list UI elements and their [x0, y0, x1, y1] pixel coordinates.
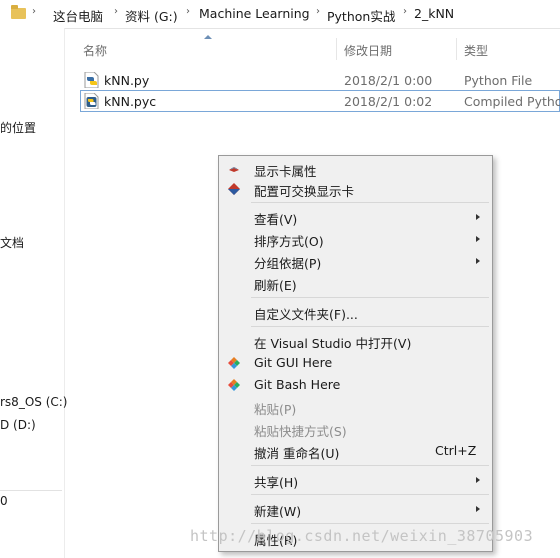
- chevron-right-icon[interactable]: ›: [316, 6, 320, 17]
- menu-item-refresh[interactable]: 刷新(E): [220, 272, 491, 294]
- file-row[interactable]: kNN.py 2018/2/1 0:00 Python File: [80, 69, 560, 91]
- submenu-arrow-icon: [476, 258, 480, 264]
- column-header-name[interactable]: 名称: [83, 42, 107, 59]
- menu-item-label: 粘贴(P): [254, 402, 297, 417]
- menu-item-group-by[interactable]: 分组依据(P): [220, 250, 491, 272]
- menu-item-new[interactable]: 新建(W): [220, 498, 491, 520]
- file-date: 2018/2/1 0:02: [344, 94, 433, 109]
- breadcrumb-this-pc[interactable]: 这台电脑: [53, 6, 103, 25]
- watermark-text: http://blog.csdn.net/weixin_38705903: [190, 527, 534, 545]
- menu-item-label: 配置可交换显示卡: [254, 184, 355, 199]
- menu-item-git-gui-here[interactable]: Git GUI Here: [220, 352, 491, 374]
- column-header-date[interactable]: 修改日期: [344, 42, 392, 59]
- column-divider[interactable]: [456, 38, 457, 60]
- context-menu: 显示卡属性 配置可交换显示卡 查看(V) 排序方式(O) 分组依据(P) 刷新(…: [218, 155, 493, 552]
- nav-item-locations[interactable]: 的位置: [0, 119, 36, 136]
- breadcrumb-drive-g[interactable]: 资料 (G:): [125, 6, 178, 25]
- nav-selected-item[interactable]: 0: [0, 490, 62, 512]
- menu-item-graphics-properties[interactable]: 显示卡属性: [220, 158, 491, 180]
- address-bar[interactable]: › 这台电脑 › 资料 (G:) › Machine Learning › Py…: [0, 0, 560, 29]
- breadcrumb-2-knn[interactable]: 2_kNN: [414, 6, 454, 21]
- menu-item-label: 新建(W): [254, 504, 302, 519]
- menu-item-label: 排序方式(O): [254, 234, 324, 249]
- breadcrumb-machine-learning[interactable]: Machine Learning: [199, 6, 310, 21]
- chevron-right-icon[interactable]: ›: [186, 6, 190, 17]
- navigation-pane: 的位置 文档 rs8_OS (C:) D (D:) 0: [0, 28, 67, 558]
- file-date: 2018/2/1 0:00: [344, 73, 433, 88]
- submenu-arrow-icon: [476, 236, 480, 242]
- menu-item-label: 查看(V): [254, 212, 298, 227]
- menu-item-undo-rename[interactable]: 撤消 重命名(U) Ctrl+Z: [220, 440, 491, 462]
- menu-item-open-in-visual-studio[interactable]: 在 Visual Studio 中打开(V): [220, 330, 491, 352]
- submenu-arrow-icon: [476, 506, 480, 512]
- menu-separator: [251, 523, 489, 524]
- compiled-python-file-icon: [84, 93, 99, 109]
- column-header-type[interactable]: 类型: [464, 42, 488, 59]
- file-type: Compiled Pytho...: [464, 94, 560, 109]
- file-name[interactable]: kNN.py: [104, 73, 149, 88]
- sort-ascending-icon: [204, 35, 212, 39]
- menu-item-shortcut: Ctrl+Z: [435, 443, 477, 458]
- switchable-graphics-icon: [228, 183, 240, 195]
- menu-item-paste[interactable]: 粘贴(P): [220, 396, 491, 418]
- git-bash-icon: [228, 379, 240, 391]
- menu-item-label: Git GUI Here: [254, 355, 333, 370]
- column-divider[interactable]: [336, 38, 337, 60]
- submenu-arrow-icon: [476, 477, 480, 483]
- file-type: Python File: [464, 73, 533, 88]
- file-row-selected[interactable]: kNN.pyc 2018/2/1 0:02 Compiled Pytho...: [80, 90, 560, 112]
- menu-item-view[interactable]: 查看(V): [220, 206, 491, 228]
- menu-separator: [251, 326, 489, 327]
- menu-item-label: Git Bash Here: [254, 377, 341, 392]
- git-gui-icon: [228, 357, 240, 369]
- menu-item-label: 在 Visual Studio 中打开(V): [254, 336, 412, 351]
- menu-item-share[interactable]: 共享(H): [220, 469, 491, 491]
- nav-item-documents[interactable]: 文档: [0, 234, 24, 251]
- menu-separator: [251, 494, 489, 495]
- nav-item-network[interactable]: 0: [0, 494, 8, 508]
- menu-separator: [251, 465, 489, 466]
- chevron-right-icon[interactable]: ›: [403, 6, 407, 17]
- python-file-icon: [84, 72, 99, 88]
- folder-icon: [11, 5, 26, 19]
- submenu-arrow-icon: [476, 214, 480, 220]
- menu-item-paste-shortcut[interactable]: 粘贴快捷方式(S): [220, 418, 491, 440]
- menu-item-label: 自定义文件夹(F)...: [254, 307, 358, 322]
- menu-item-label: 共享(H): [254, 475, 299, 490]
- menu-item-label: 粘贴快捷方式(S): [254, 424, 347, 439]
- nav-item-drive-c[interactable]: rs8_OS (C:): [0, 395, 67, 409]
- breadcrumb-python-practice[interactable]: Python实战: [327, 6, 395, 25]
- menu-item-label: 撤消 重命名(U): [254, 446, 340, 461]
- menu-item-customize-folder[interactable]: 自定义文件夹(F)...: [220, 301, 491, 323]
- menu-item-label: 分组依据(P): [254, 256, 322, 271]
- graphics-card-icon: [229, 166, 239, 172]
- menu-item-sort-by[interactable]: 排序方式(O): [220, 228, 491, 250]
- menu-item-label: 刷新(E): [254, 278, 297, 293]
- file-name[interactable]: kNN.pyc: [104, 94, 156, 109]
- menu-item-git-bash-here[interactable]: Git Bash Here: [220, 374, 491, 396]
- chevron-right-icon[interactable]: ›: [114, 6, 118, 17]
- menu-separator: [251, 202, 489, 203]
- menu-item-configure-switchable-graphics[interactable]: 配置可交换显示卡: [220, 178, 491, 200]
- chevron-right-icon[interactable]: ›: [32, 6, 36, 17]
- nav-item-drive-d[interactable]: D (D:): [0, 418, 36, 432]
- menu-separator: [251, 297, 489, 298]
